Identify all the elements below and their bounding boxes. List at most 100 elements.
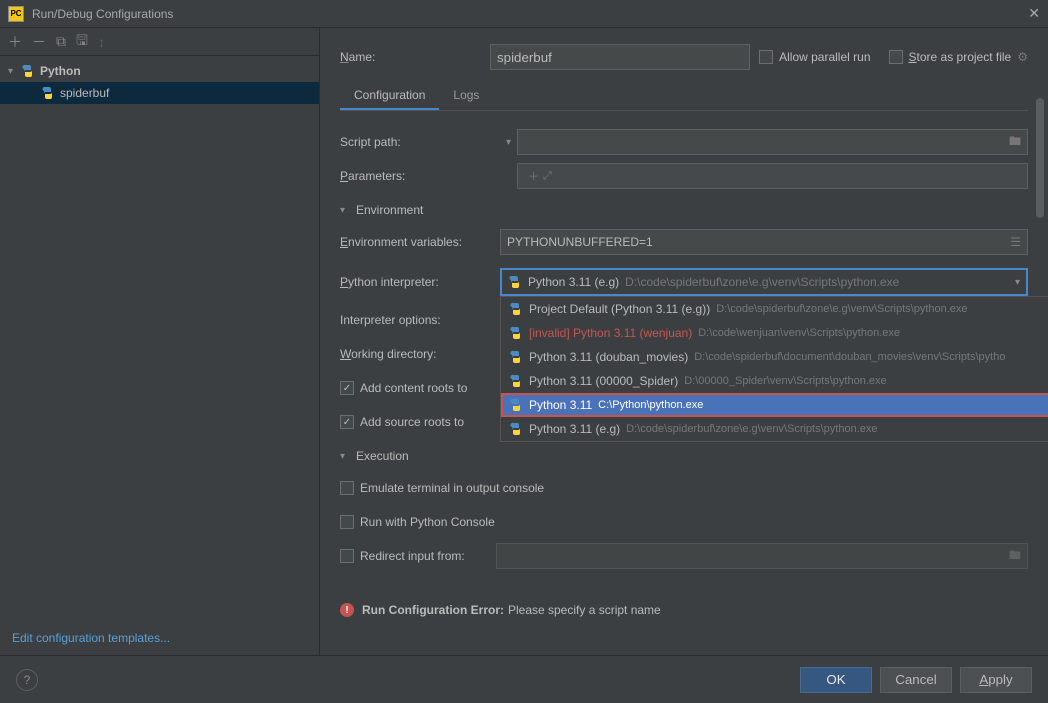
interpreter-option[interactable]: Python 3.11 (00000_Spider) D:\00000_Spide…: [501, 369, 1048, 393]
python-icon: [509, 374, 523, 388]
titlebar: PC Run/Debug Configurations ✕: [0, 0, 1048, 28]
tabs: Configuration Logs: [340, 82, 1028, 111]
store-project-file-checkbox[interactable]: [889, 50, 903, 64]
store-project-file-label: Store as project file: [909, 50, 1012, 64]
option-path: C:\Python\python.exe: [598, 399, 703, 411]
expand-icon[interactable]: ⤢: [543, 170, 552, 183]
chevron-down-icon: ▾: [340, 451, 356, 462]
python-icon: [509, 326, 523, 340]
python-console-row: Run with Python Console: [340, 505, 1028, 539]
emulate-row: Emulate terminal in output console: [340, 471, 1028, 505]
folder-icon[interactable]: 🖿: [1009, 546, 1021, 567]
source-roots-checkbox[interactable]: [340, 415, 354, 429]
interpreter-dropdown: Project Default (Python 3.11 (e.g)) D:\co…: [500, 296, 1048, 442]
script-path-input[interactable]: 🖿: [517, 129, 1028, 155]
pycharm-icon: PC: [8, 6, 24, 22]
emulate-checkbox[interactable]: [340, 481, 354, 495]
name-row: NName:ame: Allow parallel run Store as p…: [340, 44, 1028, 70]
edit-templates-link[interactable]: Edit configuration templates...: [0, 621, 319, 655]
env-vars-label: Environment variables:: [340, 235, 500, 249]
footer: ? OK Cancel Apply: [0, 655, 1048, 703]
python-icon: [508, 275, 522, 289]
option-name: [invalid] Python 3.11 (wenjuan): [529, 326, 692, 340]
redirect-checkbox[interactable]: [340, 549, 354, 563]
execution-section[interactable]: ▾ Execution: [340, 449, 1028, 463]
redirect-row: Redirect input from: 🖿: [340, 539, 1028, 573]
option-path: D:\code\spiderbuf\zone\e.g\venv\Scripts\…: [716, 303, 967, 315]
content: ＋ － ⧉ 🖫 ↕ ▾ Python spiderbuf Edit config…: [0, 28, 1048, 655]
python-icon: [20, 63, 36, 79]
interpreter-option[interactable]: Python 3.11 C:\Python\python.exe: [501, 393, 1048, 417]
content-roots-checkbox[interactable]: [340, 381, 354, 395]
interpreter-option[interactable]: Python 3.11 (douban_movies) D:\code\spide…: [501, 345, 1048, 369]
chevron-down-icon: ▾: [8, 66, 20, 77]
redirect-input[interactable]: 🖿: [496, 543, 1028, 569]
python-icon: [509, 350, 523, 364]
interpreter-label: Python interpreter:: [340, 275, 500, 289]
content-roots-label: Add content roots to: [360, 381, 467, 395]
allow-parallel-checkbox[interactable]: [759, 50, 773, 64]
copy-icon[interactable]: ⧉: [56, 33, 66, 50]
name-label: NName:ame:: [340, 50, 490, 64]
folder-icon[interactable]: 🖿: [1009, 132, 1021, 153]
interpreter-option[interactable]: Python 3.11 (e.g)D:\code\spiderbuf\zone\…: [501, 417, 1048, 441]
chevron-down-icon[interactable]: ▾: [506, 137, 511, 148]
chevron-down-icon: ▾: [340, 205, 356, 216]
apply-button[interactable]: Apply: [960, 667, 1032, 693]
tab-logs[interactable]: Logs: [439, 82, 493, 110]
cancel-button[interactable]: Cancel: [880, 667, 952, 693]
option-name: Python 3.11 (00000_Spider): [529, 374, 678, 388]
parameters-label: Parameters:: [340, 169, 500, 183]
tree-node-python[interactable]: ▾ Python: [0, 60, 319, 82]
source-roots-label: Add source roots to: [360, 415, 464, 429]
main-panel: NName:ame: Allow parallel run Store as p…: [320, 28, 1048, 655]
remove-icon[interactable]: －: [32, 32, 46, 52]
sort-icon[interactable]: ↕: [98, 34, 105, 50]
interpreter-option[interactable]: Project Default (Python 3.11 (e.g)) D:\co…: [501, 297, 1048, 321]
scroll-thumb[interactable]: [1036, 98, 1044, 218]
name-input[interactable]: [490, 44, 750, 70]
allow-parallel-label: Allow parallel run: [779, 50, 870, 64]
option-name: Project Default (Python 3.11 (e.g)): [529, 302, 710, 316]
python-icon: [40, 85, 56, 101]
add-macro-icon[interactable]: ＋: [528, 168, 539, 184]
interpreter-option[interactable]: [invalid] Python 3.11 (wenjuan)D:\code\w…: [501, 321, 1048, 345]
script-path-label: Script path:: [340, 135, 500, 149]
add-icon[interactable]: ＋: [8, 32, 22, 52]
emulate-label: Emulate terminal in output console: [360, 481, 544, 495]
error-icon: !: [340, 603, 354, 617]
env-vars-input[interactable]: PYTHONUNBUFFERED=1 ☰: [500, 229, 1028, 255]
gear-icon[interactable]: ⚙: [1017, 50, 1028, 64]
env-vars-row: Environment variables: PYTHONUNBUFFERED=…: [340, 225, 1028, 259]
tree-item-label: spiderbuf: [60, 86, 109, 100]
python-console-checkbox[interactable]: [340, 515, 354, 529]
python-icon: [509, 422, 523, 436]
option-path: D:\code\spiderbuf\document\douban_movies…: [694, 351, 1005, 363]
parameters-input[interactable]: ＋ ⤢: [517, 163, 1028, 189]
error-row: ! Run Configuration Error: Please specif…: [340, 591, 1028, 617]
tab-configuration[interactable]: Configuration: [340, 82, 439, 110]
option-name: Python 3.11 (e.g): [529, 422, 620, 436]
tree-root-label: Python: [40, 64, 81, 78]
script-path-row: Script path: ▾ 🖿: [340, 125, 1028, 159]
ok-button[interactable]: OK: [800, 667, 872, 693]
interp-options-label: Interpreter options:: [340, 313, 500, 327]
option-name: Python 3.11 (douban_movies): [529, 350, 688, 364]
option-name: Python 3.11: [529, 398, 592, 412]
tree-node-spiderbuf[interactable]: spiderbuf: [0, 82, 319, 104]
option-path: D:\00000_Spider\venv\Scripts\python.exe: [684, 375, 886, 387]
environment-section[interactable]: ▾ Environment: [340, 203, 1028, 217]
save-template-icon[interactable]: 🖫: [76, 30, 88, 54]
redirect-label: Redirect input from:: [360, 549, 496, 563]
window-title: Run/Debug Configurations: [32, 7, 1028, 21]
help-icon[interactable]: ?: [16, 669, 38, 691]
close-icon[interactable]: ✕: [1028, 5, 1040, 22]
python-icon: [509, 398, 523, 412]
error-label: Run Configuration Error:: [362, 603, 504, 617]
list-icon[interactable]: ☰: [1010, 235, 1021, 249]
parameters-row: Parameters: ▾ ＋ ⤢: [340, 159, 1028, 193]
working-dir-label: Working directory:: [340, 347, 500, 361]
interpreter-combobox[interactable]: Python 3.11 (e.g) D:\code\spiderbuf\zone…: [500, 268, 1028, 296]
error-message: Please specify a script name: [508, 603, 661, 617]
python-icon: [509, 302, 523, 316]
